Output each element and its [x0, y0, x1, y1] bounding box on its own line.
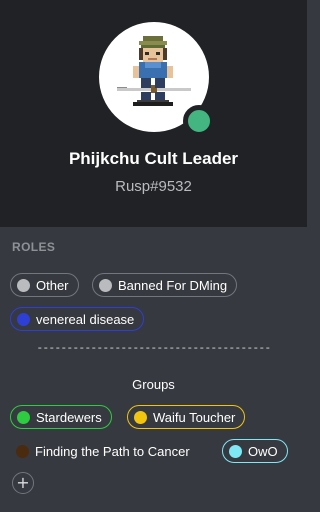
plus-icon: + — [16, 473, 30, 492]
user-tag: Rusp#9532 — [115, 178, 192, 195]
role-pill-stardewers[interactable]: Stardewers — [10, 405, 112, 429]
role-pill-waifu-toucher[interactable]: Waifu Toucher — [127, 405, 246, 429]
role-label: OwO — [248, 443, 278, 459]
role-color-dot-icon — [16, 444, 29, 458]
groups-heading: Groups — [132, 377, 175, 392]
role-pill-owo[interactable]: OwO — [222, 439, 288, 463]
divider-role: --------------------------------------- — [36, 343, 271, 355]
role-label: Finding the Path to Cancer — [35, 443, 190, 459]
role-color-dot-icon — [134, 410, 147, 424]
role-pill-banned-for-dming[interactable]: Banned For DMing — [92, 273, 238, 297]
role-pill-venereal-disease[interactable]: venereal disease — [10, 307, 145, 331]
profile-header: Phijkchu Cult Leader Rusp#9532 — [0, 0, 307, 227]
role-label: Other — [36, 277, 69, 293]
role-pill-finding-the-path-to-cancer[interactable]: Finding the Path to Cancer — [16, 439, 190, 463]
role-color-dot-icon — [17, 278, 30, 292]
role-label: venereal disease — [36, 311, 135, 327]
online-status-icon — [183, 105, 215, 137]
avatar-container[interactable] — [99, 22, 215, 137]
add-role-button[interactable]: + — [12, 472, 34, 494]
role-label: Banned For DMing — [118, 277, 228, 293]
role-color-dot-icon — [17, 410, 30, 424]
role-color-dot-icon — [99, 278, 112, 292]
role-label: Waifu Toucher — [153, 409, 236, 425]
role-label: Stardewers — [36, 409, 102, 425]
role-color-dot-icon — [229, 444, 242, 458]
roles-heading: ROLES — [12, 240, 56, 254]
role-pill-other[interactable]: Other — [10, 273, 79, 297]
role-color-dot-icon — [17, 312, 30, 326]
username: Phijkchu Cult Leader — [68, 149, 239, 168]
